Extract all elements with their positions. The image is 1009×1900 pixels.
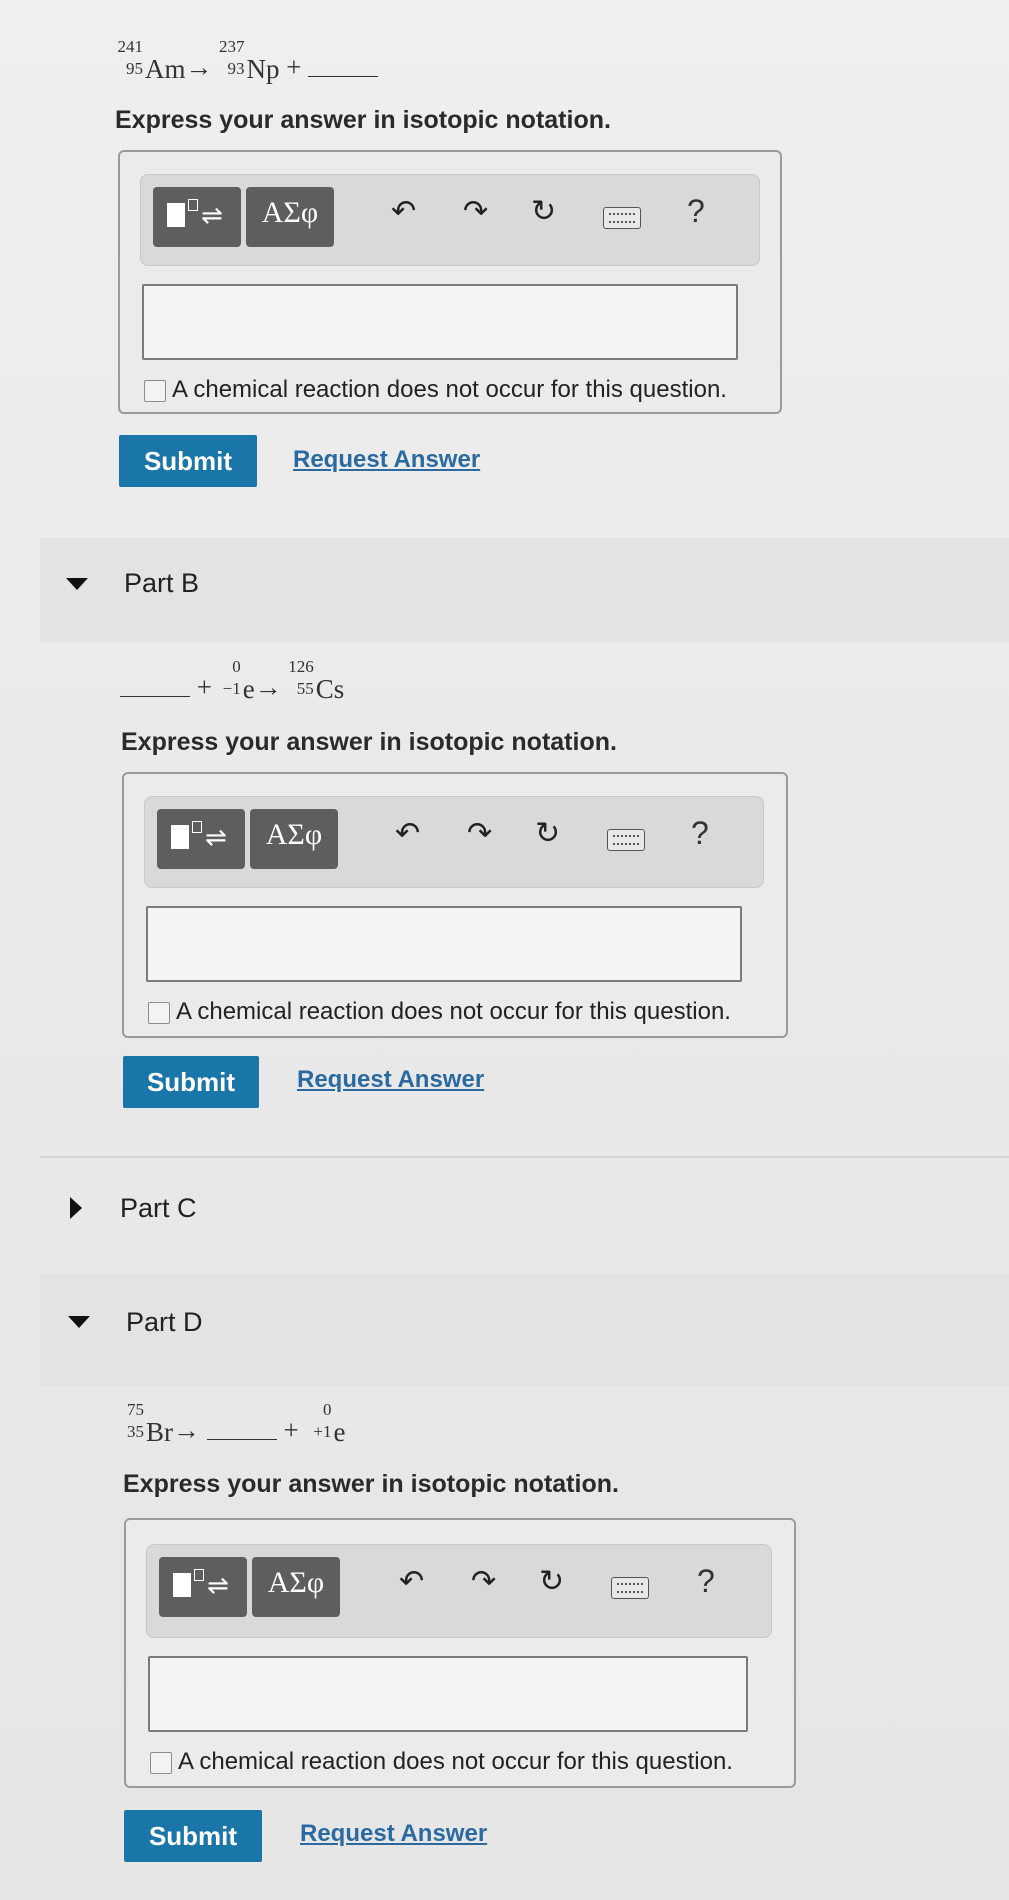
reset-icon[interactable]: ↻ bbox=[535, 819, 560, 849]
templates-button[interactable]: ⇌ bbox=[157, 809, 245, 869]
keyboard-icon[interactable] bbox=[603, 207, 641, 229]
no-reaction-label: A chemical reaction does not occur for t… bbox=[176, 998, 731, 1025]
templates-button[interactable]: ⇌ bbox=[153, 187, 241, 247]
isotope-cs: 126 55 Cs bbox=[288, 657, 345, 705]
answer-blank bbox=[206, 1425, 277, 1441]
reset-icon[interactable]: ↻ bbox=[531, 197, 556, 227]
answer-panel-part-a: ⇌ ΑΣφ ↶ ↷ ↻ ? A chemical reaction does n… bbox=[118, 150, 782, 414]
keyboard-icon[interactable] bbox=[607, 829, 645, 851]
part-c-title[interactable]: Part C bbox=[120, 1193, 197, 1224]
greek-symbols-button[interactable]: ΑΣφ bbox=[250, 809, 338, 869]
keyboard-icon[interactable] bbox=[611, 1577, 649, 1599]
prompt-part-b: Express your answer in isotopic notation… bbox=[121, 728, 617, 756]
no-reaction-label: A chemical reaction does not occur for t… bbox=[178, 1748, 733, 1775]
collapse-arrow-icon[interactable] bbox=[68, 1316, 90, 1328]
request-answer-link[interactable]: Request Answer bbox=[300, 1820, 487, 1848]
answer-panel-part-b: ⇌ ΑΣφ ↶ ↷ ↻ ? A chemical reaction does n… bbox=[122, 772, 788, 1038]
request-answer-link[interactable]: Request Answer bbox=[297, 1066, 484, 1094]
submit-button[interactable]: Submit bbox=[123, 1056, 259, 1108]
answer-input[interactable] bbox=[148, 1656, 748, 1732]
equation-part-b: + 0 −1 e → 126 55 Cs bbox=[120, 657, 345, 705]
isotope-electron: 0 −1 e bbox=[222, 657, 255, 705]
help-button[interactable]: ? bbox=[697, 1563, 715, 1600]
greek-symbols-button[interactable]: ΑΣφ bbox=[246, 187, 334, 247]
answer-blank bbox=[308, 62, 379, 78]
redo-icon[interactable]: ↷ bbox=[471, 1567, 496, 1597]
answer-input[interactable] bbox=[142, 284, 738, 360]
redo-icon[interactable]: ↷ bbox=[467, 819, 492, 849]
no-reaction-label: A chemical reaction does not occur for t… bbox=[172, 376, 727, 403]
arrow: → bbox=[254, 672, 282, 702]
page: 241 95 Am → 237 93 Np + Express your ans… bbox=[0, 0, 1009, 1900]
answer-input[interactable] bbox=[146, 906, 742, 982]
isotope-br: 75 35 Br bbox=[127, 1400, 173, 1448]
arrow: → bbox=[173, 1415, 200, 1445]
no-reaction-checkbox[interactable] bbox=[148, 1002, 170, 1024]
help-button[interactable]: ? bbox=[691, 815, 709, 852]
part-d-title: Part D bbox=[126, 1307, 203, 1337]
equation-part-a: 241 95 Am → 237 93 Np + bbox=[115, 37, 379, 85]
submit-button[interactable]: Submit bbox=[119, 435, 257, 487]
redo-icon[interactable]: ↷ bbox=[463, 197, 488, 227]
undo-icon[interactable]: ↶ bbox=[391, 197, 416, 227]
isotope-np: 237 93 Np bbox=[219, 37, 280, 85]
plus-sign: + bbox=[196, 672, 212, 702]
answer-panel-part-d: ⇌ ΑΣφ ↶ ↷ ↻ ? A chemical reaction does n… bbox=[124, 1518, 796, 1788]
help-button[interactable]: ? bbox=[687, 193, 705, 230]
request-answer-link[interactable]: Request Answer bbox=[293, 446, 480, 474]
greek-symbols-button[interactable]: ΑΣφ bbox=[252, 1557, 340, 1617]
undo-icon[interactable]: ↶ bbox=[399, 1567, 424, 1597]
math-toolbar: ⇌ ΑΣφ ↶ ↷ ↻ ? bbox=[146, 1544, 772, 1638]
submit-button[interactable]: Submit bbox=[124, 1810, 262, 1862]
arrow: → bbox=[185, 52, 213, 82]
isotope-positron: 0 +1 e bbox=[313, 1400, 346, 1448]
answer-blank bbox=[120, 682, 190, 698]
plus-sign: + bbox=[286, 52, 302, 82]
undo-icon[interactable]: ↶ bbox=[395, 819, 420, 849]
equation-part-d: 75 35 Br → + 0 +1 e bbox=[122, 1400, 346, 1448]
plus-sign: + bbox=[283, 1415, 299, 1445]
reset-icon[interactable]: ↻ bbox=[539, 1567, 564, 1597]
divider bbox=[40, 1156, 1009, 1158]
no-reaction-checkbox[interactable] bbox=[150, 1752, 172, 1774]
isotope-am: 241 95 Am bbox=[117, 37, 186, 85]
math-toolbar: ⇌ ΑΣφ ↶ ↷ ↻ ? bbox=[140, 174, 760, 266]
part-b-title: Part B bbox=[124, 568, 200, 598]
no-reaction-checkbox[interactable] bbox=[144, 380, 166, 402]
math-toolbar: ⇌ ΑΣφ ↶ ↷ ↻ ? bbox=[144, 796, 764, 888]
templates-button[interactable]: ⇌ bbox=[159, 1557, 247, 1617]
prompt-part-d: Express your answer in isotopic notation… bbox=[123, 1470, 619, 1498]
collapse-arrow-icon[interactable] bbox=[66, 578, 88, 590]
expand-arrow-icon[interactable] bbox=[70, 1197, 82, 1219]
prompt-part-a: Express your answer in isotopic notation… bbox=[115, 106, 611, 134]
